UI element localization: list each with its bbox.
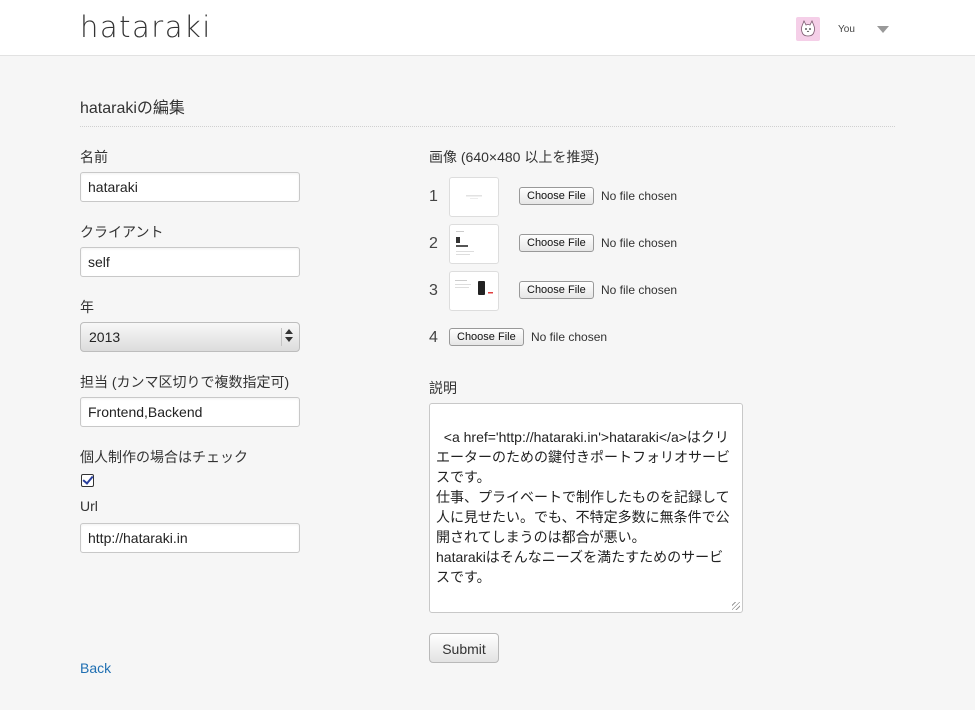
image-number-2: 2 — [429, 235, 438, 252]
checkmark-icon — [82, 473, 94, 485]
file-status-1: No file chosen — [601, 189, 678, 203]
page-title: hatarakiの編集 — [80, 100, 185, 117]
thumbnail-preview-icon — [455, 280, 493, 295]
image-number-3: 3 — [429, 282, 438, 299]
roles-field[interactable] — [80, 397, 300, 427]
choose-file-button-2[interactable]: Choose File — [519, 234, 594, 252]
client-label: クライアント — [80, 224, 164, 240]
url-label: Url — [80, 498, 98, 514]
file-status-4: No file chosen — [531, 330, 608, 344]
personal-label: 個人制作の場合はチェック — [80, 449, 248, 465]
image-number-4: 4 — [429, 329, 438, 346]
file-status-2: No file chosen — [601, 236, 678, 250]
resize-handle-icon[interactable] — [732, 602, 740, 610]
year-selected-value: 2013 — [89, 329, 121, 345]
year-select[interactable]: 2013 — [80, 322, 300, 352]
image-thumbnail-1[interactable] — [449, 177, 499, 217]
name-label: 名前 — [80, 149, 108, 165]
roles-label: 担当 (カンマ区切りで複数指定可) — [80, 374, 290, 390]
image-thumbnail-3[interactable] — [449, 271, 499, 311]
file-status-3: No file chosen — [601, 283, 678, 297]
name-field[interactable] — [80, 172, 300, 202]
url-field[interactable] — [80, 523, 300, 553]
year-label: 年 — [80, 299, 94, 315]
choose-file-button-1[interactable]: Choose File — [519, 187, 594, 205]
choose-file-button-3[interactable]: Choose File — [519, 281, 594, 299]
chevron-down-icon[interactable] — [876, 25, 889, 33]
top-bar: hataraki You — [0, 0, 975, 56]
avatar[interactable] — [796, 17, 820, 41]
image-thumbnail-2[interactable] — [449, 224, 499, 264]
client-field[interactable] — [80, 247, 300, 277]
thumbnail-preview-icon — [456, 231, 474, 255]
description-textarea[interactable]: <a href='http://hataraki.in'>hataraki</a… — [429, 403, 743, 613]
cat-avatar-icon — [801, 20, 815, 37]
description-text: <a href='http://hataraki.in'>hataraki</a… — [436, 429, 730, 585]
user-name[interactable]: You — [838, 24, 855, 35]
title-divider — [80, 126, 895, 127]
back-link[interactable]: Back — [80, 660, 111, 676]
choose-file-button-4[interactable]: Choose File — [449, 328, 524, 346]
personal-checkbox[interactable] — [81, 473, 94, 487]
image-number-1: 1 — [429, 188, 438, 205]
images-label: 画像 (640×480 以上を推奨) — [429, 149, 599, 165]
site-logo[interactable]: hataraki — [80, 10, 212, 44]
user-menu[interactable]: You — [796, 17, 889, 41]
submit-button[interactable]: Submit — [429, 633, 499, 663]
select-arrows-icon — [281, 328, 295, 346]
thumbnail-preview-icon — [466, 195, 482, 199]
description-label: 説明 — [429, 380, 457, 396]
